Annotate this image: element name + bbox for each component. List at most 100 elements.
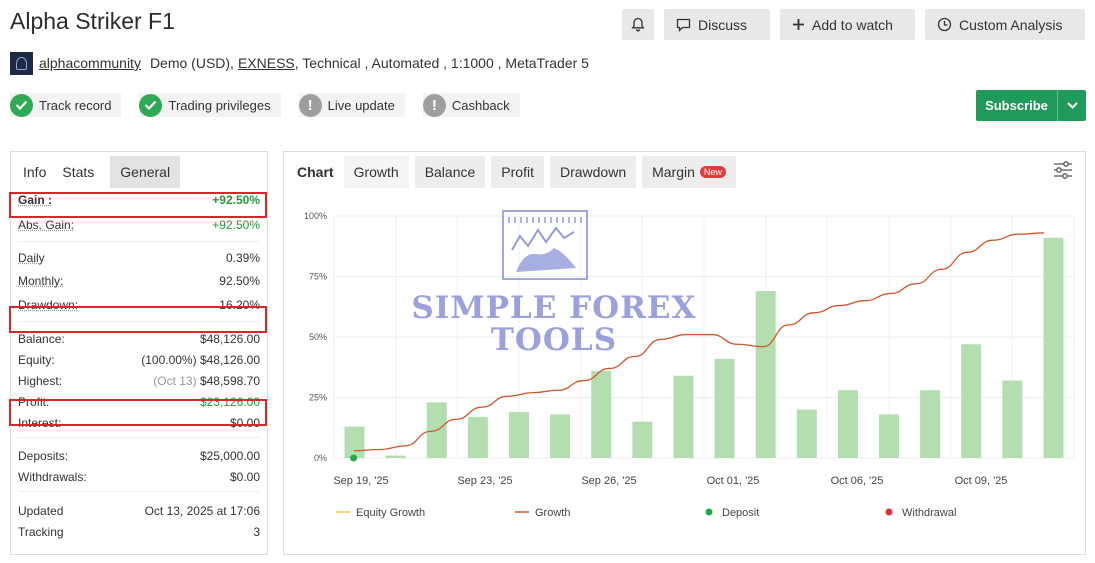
stat-value: Oct 13, 2025 at 17:06 [144, 503, 260, 518]
tab-margin[interactable]: Margin New [642, 156, 736, 188]
chart-bar [467, 416, 488, 458]
stat-label: Balance: [18, 331, 65, 346]
y-tick-label: 75% [309, 272, 327, 282]
tab-info[interactable]: Info [11, 156, 56, 188]
subscribe-label[interactable]: Subscribe [976, 90, 1058, 121]
stat-label: Deposits: [18, 449, 69, 463]
stat-label: Abs. Gain: [18, 218, 75, 232]
x-tick-label: Oct 01, '25 [707, 475, 760, 487]
watermark-line-2: TOOLS [490, 322, 618, 358]
chart-bar [1002, 380, 1023, 458]
stats-list: Gain : +92.50% Abs. Gain: +92.50% Daily … [11, 188, 267, 542]
tab-growth[interactable]: Growth [343, 156, 409, 188]
custom-analysis-label: Custom Analysis [959, 16, 1063, 33]
notification-button[interactable] [622, 9, 654, 40]
x-tick-label: Sep 19, '25 [333, 475, 388, 487]
watermark-line-1: SIMPLE FOREX [411, 290, 697, 326]
tab-drawdown[interactable]: Drawdown [549, 156, 637, 188]
x-tick-label: Sep 23, '25 [457, 475, 512, 487]
avatar[interactable] [10, 51, 33, 75]
stat-value: 0.39% [225, 251, 260, 265]
status-badges: Track record Trading privileges ! Live u… [10, 93, 520, 117]
stat-label: Highest: [18, 373, 63, 388]
chart-bar [837, 390, 858, 458]
subscribe-button[interactable]: Subscribe [976, 90, 1086, 121]
legend-label: Deposit [722, 507, 759, 519]
highlight-profit [9, 399, 267, 426]
page-title: Alpha Striker F1 [10, 8, 175, 34]
owner-link[interactable]: alphacommunity [39, 55, 141, 71]
stat-daily: Daily 0.39% [18, 241, 260, 268]
broker-link[interactable]: EXNESS [238, 55, 295, 71]
highlight-drawdown [9, 306, 267, 333]
chart-bar [550, 414, 571, 458]
add-to-watch-button[interactable]: Add to watch [780, 9, 915, 40]
chart-bar [961, 344, 982, 458]
legend-label: Growth [535, 507, 570, 519]
y-tick-label: 0% [314, 453, 327, 463]
bell-icon [631, 17, 645, 32]
chart-tabs: Chart Growth Balance Profit Drawdown Mar… [284, 152, 1085, 188]
info-panel: Info Stats General Gain : +92.50% Abs. G… [9, 151, 268, 555]
tab-general[interactable]: General [110, 156, 181, 188]
tab-chart[interactable]: Chart [287, 156, 344, 188]
legend-label: Equity Growth [356, 507, 425, 519]
watermark: SIMPLE FOREX TOOLS [404, 292, 704, 356]
chart-bar [920, 390, 941, 458]
stat-value: 92.50% [219, 273, 260, 288]
stat-tracking: Tracking 3 [18, 521, 260, 542]
badge-label: Cashback [451, 97, 510, 113]
clock-icon [937, 17, 952, 32]
chart-bar [509, 412, 529, 458]
chart-bar [714, 358, 735, 458]
stat-value: $48,598.70 [199, 373, 260, 388]
custom-analysis-button[interactable]: Custom Analysis [925, 9, 1085, 40]
plus-icon [793, 19, 804, 30]
chat-icon [676, 18, 691, 32]
stat-deposits: Deposits: $25,000.00 [18, 437, 260, 466]
discuss-button[interactable]: Discuss [664, 9, 770, 40]
new-badge: New [699, 166, 726, 178]
chart-bar [385, 455, 406, 458]
chevron-down-icon[interactable] [1058, 90, 1086, 121]
badge-track-record[interactable]: Track record [10, 93, 122, 117]
check-icon [139, 93, 163, 117]
y-tick-label: 25% [309, 393, 327, 403]
stat-monthly: Monthly: 92.50% [18, 268, 260, 293]
info-tabs: Info Stats General [11, 152, 267, 188]
chart-bar [344, 426, 365, 458]
account-summary: alphacommunity Demo (USD), EXNESS , Tech… [10, 51, 589, 75]
tab-balance[interactable]: Balance [414, 156, 486, 188]
chart-bar [632, 421, 653, 458]
account-type: Demo (USD), [149, 55, 234, 71]
add-to-watch-label: Add to watch [812, 16, 893, 33]
check-icon [10, 93, 33, 117]
y-tick-label: 100% [304, 211, 327, 221]
stat-label: Monthly: [18, 273, 64, 288]
badge-live-update[interactable]: ! Live update [298, 93, 405, 117]
x-tick-label: Sep 26, '25 [581, 475, 636, 487]
settings-sliders-icon[interactable] [1053, 161, 1073, 184]
badge-label: Live update [327, 97, 395, 113]
badge-label: Track record [39, 97, 112, 113]
x-tick-label: Oct 06, '25 [831, 475, 884, 487]
stat-value: +92.50% [212, 218, 260, 232]
chart-bar [879, 414, 899, 458]
stat-label: Updated [18, 503, 64, 518]
exclamation-icon: ! [298, 93, 322, 117]
stat-equity: Equity: (100.00%) $48,126.00 [18, 349, 260, 370]
tab-profit[interactable]: Profit [491, 156, 544, 188]
chart-panel: Chart Growth Balance Profit Drawdown Mar… [283, 151, 1086, 555]
chart-bar [1043, 237, 1064, 458]
badge-trading-privileges[interactable]: Trading privileges [139, 93, 281, 117]
badge-cashback[interactable]: ! Cashback [422, 93, 520, 117]
exclamation-icon: ! [422, 93, 446, 117]
stat-value: 3 [253, 524, 260, 539]
chart-bar [673, 375, 694, 458]
legend-swatch [885, 508, 893, 516]
stat-label: Daily [18, 251, 45, 265]
tab-stats[interactable]: Stats [56, 156, 104, 188]
stat-updated: Updated Oct 13, 2025 at 17:06 [18, 491, 260, 521]
discuss-label: Discuss [698, 16, 748, 33]
growth-chart: 0% 25% 50% 75% 100% Sep 19, '25 Sep 23, '25 Sep… [304, 211, 1075, 519]
